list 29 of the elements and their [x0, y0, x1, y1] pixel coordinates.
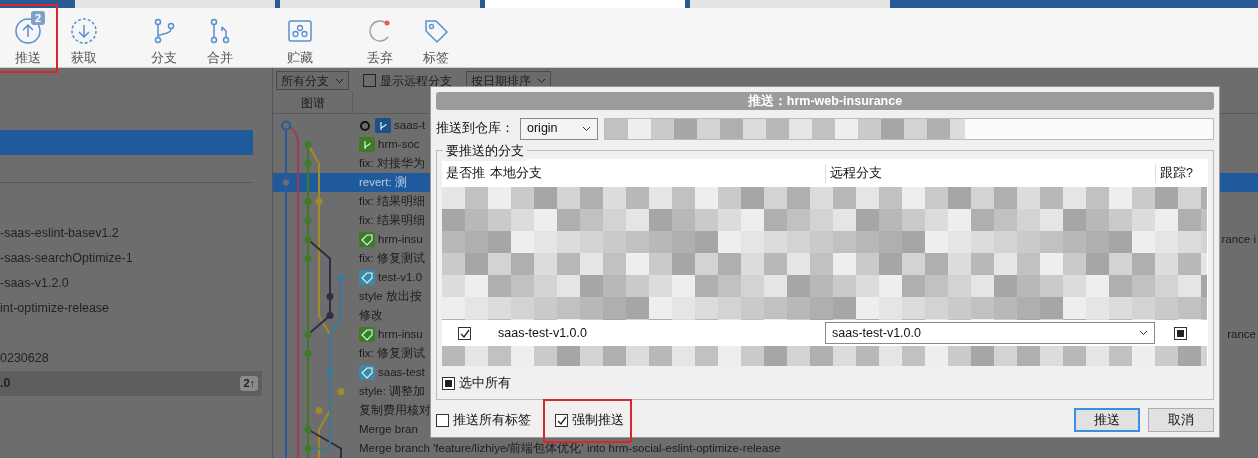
field-label: 推送到仓库：: [436, 120, 514, 138]
branch-name: .0: [0, 375, 11, 392]
column-header: 跟踪?: [1155, 163, 1205, 183]
column-header: 是否推: [445, 164, 486, 182]
commit-message: fix: 结果明细: [359, 212, 425, 228]
ahead-badge: 2↑: [240, 376, 258, 391]
commit-message: revert: 测: [359, 174, 407, 190]
commit-message: rance: [1227, 326, 1257, 342]
dialog-title: 推送：hrm-web-insurance: [436, 92, 1214, 110]
ref-label: hrm-soc: [378, 136, 420, 152]
commit-message: Merge bran: [359, 421, 418, 437]
ref-label: hrm-insu: [378, 231, 423, 247]
branch-name: saas-test-v1.0.0: [497, 324, 588, 342]
commit-message: Merge branch 'feature/lizhiye/前端包体优化' into hrm-social-eslint-optimize-release: [359, 440, 781, 456]
ref-label: saas-test: [378, 364, 425, 380]
column-header: 本地分支: [489, 164, 543, 182]
commit-message: rance i: [1221, 231, 1257, 247]
ref-label: saas-t: [394, 117, 426, 133]
commit-message: 修改: [359, 307, 383, 323]
ref-label: hrm-insu: [378, 326, 423, 342]
commit-message: fix: 修复测试: [359, 250, 425, 266]
group-label: 要推送的分支: [443, 142, 527, 161]
commit-message: fix: 修复测试: [359, 345, 425, 361]
commit-message: fix: 结果明细: [359, 193, 425, 209]
column-header: 远程分支: [825, 163, 1155, 183]
ref-label: test-v1.0: [378, 269, 423, 285]
count-badge: 2: [31, 11, 46, 25]
column-header: 图谱: [273, 93, 353, 113]
commit-message: style 放出按: [359, 288, 422, 304]
